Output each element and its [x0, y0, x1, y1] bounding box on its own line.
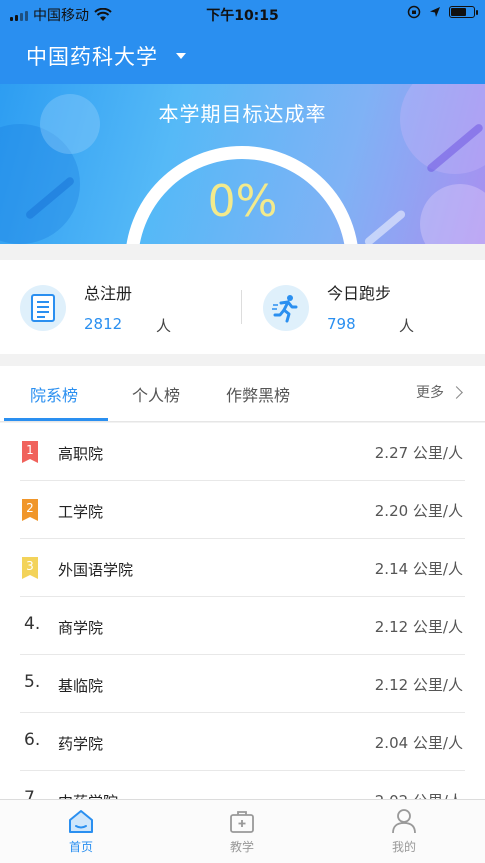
stat-value: 2812: [84, 315, 123, 333]
caret-down-icon[interactable]: [176, 53, 186, 59]
nav-home[interactable]: 首页: [41, 808, 121, 855]
department-name: 中药学院: [58, 791, 118, 799]
total-registered-stat: 总注册 2812 人: [0, 260, 242, 354]
department-name: 工学院: [58, 503, 104, 521]
school-selector[interactable]: 中国药科大学: [26, 41, 158, 71]
department-name: 药学院: [58, 735, 104, 753]
status-bar: 中国移动 下午10:15: [0, 0, 485, 28]
bottom-tab-bar: 首页 教学 我的: [0, 799, 485, 863]
average-distance: 2.12 公里/人: [374, 618, 463, 636]
running-today-stat: 今日跑步 798 人: [243, 260, 485, 354]
active-tab-indicator: [4, 418, 108, 421]
rank-number: 5.: [24, 672, 41, 692]
app-header: 中国药科大学: [0, 28, 485, 84]
stats-divider: [241, 290, 242, 324]
person-icon: [392, 809, 416, 834]
rank-badge-icon: 1: [22, 441, 38, 463]
list-item[interactable]: 2 工学院 2.20 公里/人: [0, 481, 485, 539]
banner-title: 本学期目标达成率: [158, 102, 327, 126]
tab-department-ranking[interactable]: 院系榜: [30, 382, 78, 406]
nav-teaching[interactable]: 教学: [202, 808, 282, 855]
achievement-rate: 0%: [207, 176, 278, 227]
average-distance: 2.14 公里/人: [374, 560, 463, 578]
average-distance: 2.12 公里/人: [374, 676, 463, 694]
stat-value: 798: [327, 315, 356, 333]
rank-number: 6.: [24, 730, 41, 750]
average-distance: 2.27 公里/人: [374, 444, 463, 462]
list-item[interactable]: 7. 中药学院 2.02 公里/人: [0, 771, 485, 799]
document-icon: [20, 285, 66, 331]
orientation-lock-icon: [407, 5, 421, 19]
battery-icon: [449, 6, 478, 18]
ranking-tabs: 院系榜 个人榜 作弊黑榜 更多: [0, 366, 485, 422]
stat-unit: 人: [399, 317, 415, 335]
list-item[interactable]: 4. 商学院 2.12 公里/人: [0, 597, 485, 655]
list-item[interactable]: 5. 基临院 2.12 公里/人: [0, 655, 485, 713]
home-icon: [69, 810, 93, 833]
stat-unit: 人: [156, 317, 172, 335]
stat-label: 今日跑步: [327, 284, 392, 303]
more-button[interactable]: 更多: [416, 382, 463, 402]
goal-banner: 本学期目标达成率 0%: [0, 84, 485, 244]
list-item[interactable]: 1 高职院 2.27 公里/人: [0, 423, 485, 481]
rank-number: 4.: [24, 614, 41, 634]
nav-label: 我的: [391, 840, 416, 854]
department-name: 基临院: [58, 677, 104, 695]
nav-label: 教学: [229, 840, 254, 854]
rank-number: 7.: [24, 788, 41, 799]
tab-personal-ranking[interactable]: 个人榜: [132, 382, 180, 406]
nav-mine[interactable]: 我的: [364, 808, 444, 855]
department-name: 外国语学院: [58, 561, 134, 579]
stats-panel: 总注册 2812 人 今日跑步 798 人: [0, 260, 485, 354]
rank-badge-icon: 3: [22, 557, 38, 579]
stat-label: 总注册: [84, 284, 133, 303]
more-label: 更多: [416, 385, 444, 401]
average-distance: 2.02 公里/人: [375, 790, 463, 799]
ranking-list: 1 高职院 2.27 公里/人 2 工学院 2.20 公里/人 3 外国语学院 …: [0, 423, 485, 799]
tab-cheating-blacklist[interactable]: 作弊黑榜: [226, 382, 290, 406]
list-item[interactable]: 3 外国语学院 2.14 公里/人: [0, 539, 485, 597]
briefcase-icon: [230, 811, 254, 833]
nav-label: 首页: [68, 840, 93, 854]
average-distance: 2.20 公里/人: [374, 502, 463, 520]
rank-badge-icon: 2: [22, 499, 38, 521]
average-distance: 2.04 公里/人: [374, 734, 463, 752]
list-item[interactable]: 6. 药学院 2.04 公里/人: [0, 713, 485, 771]
runner-icon: [263, 285, 309, 331]
location-arrow-icon: [430, 7, 440, 17]
chevron-right-icon: [450, 385, 463, 399]
department-name: 商学院: [58, 619, 104, 637]
department-name: 高职院: [58, 445, 104, 463]
